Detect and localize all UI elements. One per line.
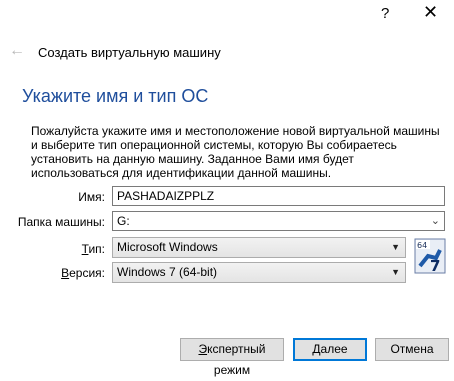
- svg-text:64: 64: [417, 241, 427, 250]
- type-select[interactable]: Microsoft Windows ▼: [112, 237, 406, 258]
- svg-text:7: 7: [430, 257, 440, 274]
- name-label: Имя:: [78, 190, 105, 204]
- folder-combobox[interactable]: G: ⌄: [112, 211, 445, 231]
- description-text: Пожалуйста укажите имя и местоположение …: [31, 124, 440, 180]
- name-input[interactable]: PASHADAIZPPLZ: [112, 186, 445, 206]
- version-select[interactable]: Windows 7 (64-bit) ▼: [112, 262, 406, 283]
- page-heading: Укажите имя и тип ОС: [22, 86, 209, 106]
- cancel-button[interactable]: Отмена: [375, 338, 449, 361]
- back-arrow-icon[interactable]: ←: [9, 42, 25, 60]
- close-button[interactable]: ✕: [423, 2, 438, 23]
- windows-7-64bit-icon: 64 7: [414, 238, 446, 274]
- folder-value: G:: [117, 214, 130, 228]
- version-value: Windows 7 (64-bit): [117, 265, 218, 279]
- expert-mode-button[interactable]: Экспертный режим: [180, 338, 284, 377]
- type-label: Тип:: [81, 242, 105, 256]
- folder-label: Папка машины:: [17, 215, 105, 229]
- type-value: Microsoft Windows: [117, 240, 218, 254]
- chevron-down-icon[interactable]: ⌄: [431, 212, 440, 230]
- dropdown-arrow-icon[interactable]: ▼: [391, 263, 400, 282]
- version-label: Версия:: [61, 266, 105, 280]
- next-button[interactable]: Далее: [293, 338, 367, 361]
- wizard-title: Создать виртуальную машину: [38, 45, 221, 60]
- help-button[interactable]: ?: [381, 5, 389, 22]
- dropdown-arrow-icon[interactable]: ▼: [391, 238, 400, 257]
